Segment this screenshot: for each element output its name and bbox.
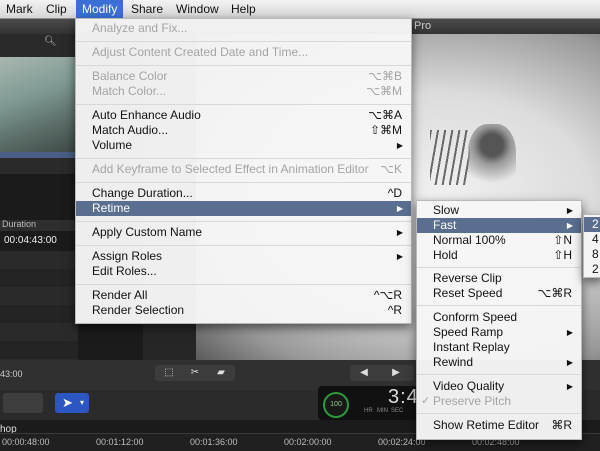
menu-item-video-quality[interactable]: Video Quality ▶ bbox=[417, 379, 581, 394]
menu-separator bbox=[76, 65, 411, 66]
duration-column-header[interactable]: Duration bbox=[2, 219, 36, 229]
duration-value: 00:04:43:00 bbox=[4, 235, 57, 246]
menu-item-hold[interactable]: Hold ⇧H bbox=[417, 248, 581, 263]
submenu-arrow-icon: ▶ bbox=[566, 221, 573, 230]
menu-separator bbox=[76, 158, 411, 159]
menu-item-add-keyframe[interactable]: Add Keyframe to Selected Effect in Anima… bbox=[76, 162, 411, 177]
crop-icon[interactable]: ✂ bbox=[185, 365, 205, 381]
menu-item-reset-speed[interactable]: Reset Speed ⌥⌘R bbox=[417, 286, 581, 301]
timecode-display[interactable]: 3:4 bbox=[388, 386, 419, 409]
edit-mode-buttons[interactable] bbox=[3, 393, 43, 413]
menu-item-render-selection[interactable]: Render Selection ^R bbox=[76, 303, 411, 318]
menu-separator bbox=[76, 245, 411, 246]
viewer-figure-detail bbox=[430, 130, 470, 185]
menu-item-normal-100[interactable]: Normal 100% ⇧N bbox=[417, 233, 581, 248]
menu-separator bbox=[417, 267, 581, 268]
clip-filmstrip-bar bbox=[0, 152, 75, 158]
submenu-arrow-icon: ▶ bbox=[566, 358, 573, 367]
background-tasks-dial[interactable]: 100 bbox=[323, 392, 349, 418]
menu-item-fast[interactable]: Fast ▶ bbox=[417, 218, 581, 233]
menu-mark[interactable]: Mark bbox=[0, 0, 39, 18]
submenu-arrow-icon: ▶ bbox=[396, 141, 403, 150]
playback-controls: ◀ ▶ bbox=[350, 365, 414, 381]
menu-item-volume[interactable]: Volume ▶ bbox=[76, 138, 411, 153]
menu-item-auto-enhance-audio[interactable]: Auto Enhance Audio ⌥⌘A bbox=[76, 108, 411, 123]
checkmark-icon: ✓ bbox=[421, 395, 431, 407]
menu-item-adjust-content-date[interactable]: Adjust Content Created Date and Time... bbox=[76, 45, 411, 60]
ruler-tick: 00:01:36:00 bbox=[190, 437, 238, 447]
viewer-tools: ⬚ ✂ ▰ bbox=[155, 365, 235, 381]
menu-item-match-audio[interactable]: Match Audio... ⇧⌘M bbox=[76, 123, 411, 138]
timecode-hr-label: HR bbox=[364, 408, 373, 414]
menu-item-retime[interactable]: Retime ▶ bbox=[76, 201, 411, 216]
timecode-sec-label: SEC bbox=[391, 408, 404, 414]
submenu-arrow-icon: ▶ bbox=[566, 382, 573, 391]
menu-item-change-duration[interactable]: Change Duration... ^D bbox=[76, 186, 411, 201]
menu-modify[interactable]: Modify bbox=[76, 0, 124, 18]
menu-share[interactable]: Share bbox=[125, 0, 169, 18]
menu-item-instant-replay[interactable]: Instant Replay bbox=[417, 340, 581, 355]
modify-menu: Analyze and Fix... Adjust Content Create… bbox=[75, 18, 412, 324]
menu-item-analyze-and-fix[interactable]: Analyze and Fix... bbox=[76, 21, 411, 36]
menu-item-edit-roles[interactable]: Edit Roles... bbox=[76, 264, 411, 279]
submenu-arrow-icon: ▶ bbox=[396, 228, 403, 237]
menu-item-speed-ramp[interactable]: Speed Ramp ▶ bbox=[417, 325, 581, 340]
menu-item-render-all[interactable]: Render All ^⌥R bbox=[76, 288, 411, 303]
submenu-arrow-icon: ▶ bbox=[566, 328, 573, 337]
ruler-tick: 00:02:00:00 bbox=[284, 437, 332, 447]
menubar: Mark Clip Modify Share Window Help bbox=[0, 0, 600, 19]
search-icon[interactable]: 🔍︎ bbox=[44, 36, 57, 47]
menu-separator bbox=[76, 221, 411, 222]
menu-item-fast-option[interactable]: 2 bbox=[584, 262, 600, 277]
menu-item-rewind[interactable]: Rewind ▶ bbox=[417, 355, 581, 370]
menu-item-fast-option[interactable]: 4 bbox=[584, 232, 600, 247]
chevron-down-icon: ▾ bbox=[80, 398, 85, 407]
menu-separator bbox=[76, 284, 411, 285]
menu-separator bbox=[417, 413, 581, 414]
menu-item-match-color[interactable]: Match Color... ⌥⌘M bbox=[76, 84, 411, 99]
menu-help[interactable]: Help bbox=[225, 0, 262, 18]
menu-separator bbox=[76, 104, 411, 105]
menu-item-balance-color[interactable]: Balance Color ⌥⌘B bbox=[76, 69, 411, 84]
menu-item-fast-option[interactable]: 2 bbox=[584, 217, 600, 232]
submenu-arrow-icon: ▶ bbox=[396, 252, 403, 261]
menu-item-conform-speed[interactable]: Conform Speed bbox=[417, 310, 581, 325]
play-forward-icon[interactable]: ▶ bbox=[386, 365, 406, 381]
clip-list bbox=[0, 251, 78, 361]
submenu-arrow-icon: ▶ bbox=[566, 206, 573, 215]
menu-item-preserve-pitch[interactable]: ✓ Preserve Pitch bbox=[417, 394, 581, 409]
menu-item-reverse-clip[interactable]: Reverse Clip bbox=[417, 271, 581, 286]
clip-timecode: 43:00 bbox=[0, 369, 23, 379]
menu-item-apply-custom-name[interactable]: Apply Custom Name ▶ bbox=[76, 225, 411, 240]
menu-clip[interactable]: Clip bbox=[40, 0, 73, 18]
menu-separator bbox=[417, 374, 581, 375]
menu-item-show-retime-editor[interactable]: Show Retime Editor ⌘R bbox=[417, 418, 581, 433]
menu-item-assign-roles[interactable]: Assign Roles ▶ bbox=[76, 249, 411, 264]
pointer-icon: ➤ bbox=[62, 395, 73, 410]
submenu-arrow-icon: ▶ bbox=[396, 204, 403, 213]
play-reverse-icon[interactable]: ◀ bbox=[354, 365, 374, 381]
ruler-tick: 00:01:12:00 bbox=[96, 437, 144, 447]
viewer-figure bbox=[468, 124, 516, 194]
fast-submenu: 2 4 8 2 bbox=[583, 214, 600, 278]
window-title-fragment: Pro bbox=[414, 20, 432, 32]
ruler-tick: 00:00:48:00 bbox=[2, 437, 50, 447]
retime-submenu: Slow ▶ Fast ▶ Normal 100% ⇧N Hold ⇧H Rev… bbox=[416, 200, 582, 440]
timecode-min-label: MIN bbox=[377, 408, 388, 414]
distort-icon[interactable]: ▰ bbox=[211, 365, 231, 381]
menu-separator bbox=[76, 41, 411, 42]
menu-item-slow[interactable]: Slow ▶ bbox=[417, 203, 581, 218]
transform-icon[interactable]: ⬚ bbox=[159, 365, 179, 381]
menu-item-fast-option[interactable]: 8 bbox=[584, 247, 600, 262]
menu-separator bbox=[76, 182, 411, 183]
menu-separator bbox=[417, 305, 581, 306]
clip-thumbnail[interactable] bbox=[0, 57, 75, 152]
menu-window[interactable]: Window bbox=[170, 0, 225, 18]
